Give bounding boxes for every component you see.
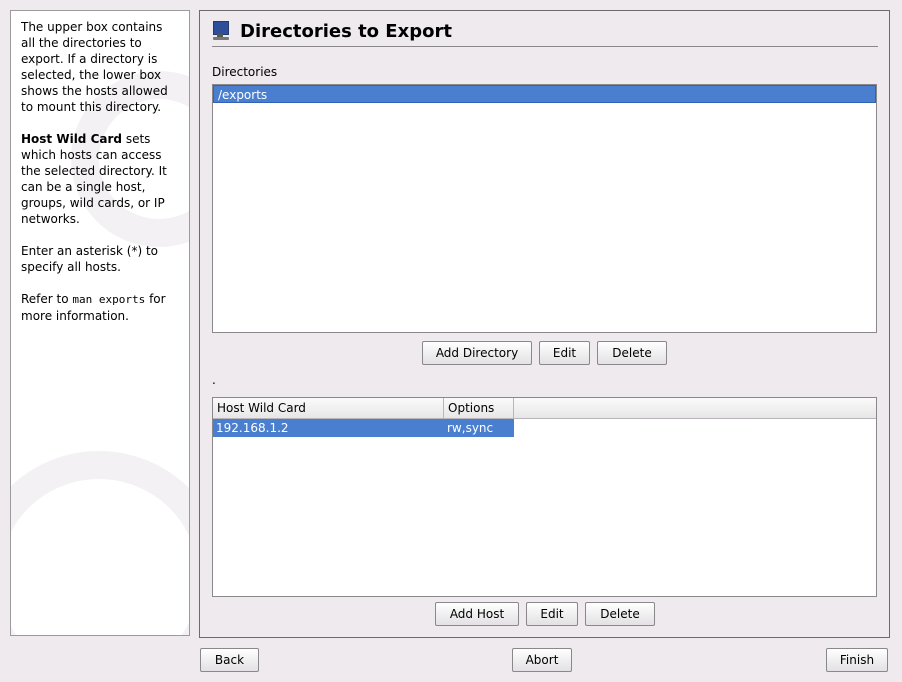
- help-bold-term: Host Wild Card: [21, 132, 122, 146]
- hosts-table-header: Host Wild Card Options: [213, 398, 876, 419]
- options-cell: rw,sync: [444, 419, 514, 437]
- edit-host-button[interactable]: Edit: [526, 602, 578, 626]
- back-button[interactable]: Back: [200, 648, 259, 672]
- directories-list[interactable]: /exports: [212, 84, 877, 333]
- edit-directory-button[interactable]: Edit: [539, 341, 590, 365]
- help-paragraph-2: Host Wild Card sets which hosts can acce…: [21, 131, 179, 227]
- delete-directory-button[interactable]: Delete: [597, 341, 667, 365]
- host-cell: 192.168.1.2: [213, 419, 444, 437]
- page-title: Directories to Export: [240, 20, 452, 42]
- decorative-ring-bottom: [11, 451, 189, 635]
- finish-button[interactable]: Finish: [826, 648, 888, 672]
- help-panel: The upper box contains all the directori…: [10, 10, 190, 636]
- abort-button[interactable]: Abort: [512, 648, 572, 672]
- title-divider: [212, 46, 878, 47]
- table-row[interactable]: 192.168.1.2 rw,sync: [213, 419, 876, 437]
- delete-host-button[interactable]: Delete: [585, 602, 655, 626]
- help-paragraph-3: Enter an asterisk (*) to specify all hos…: [21, 244, 158, 274]
- help-code: man exports: [72, 293, 146, 306]
- header: Directories to Export: [212, 16, 452, 46]
- column-header-options[interactable]: Options: [444, 398, 514, 418]
- help-paragraph-4: Refer to man exports for more informatio…: [21, 291, 179, 324]
- help-paragraph-1: The upper box contains all the directori…: [21, 20, 168, 114]
- monitor-icon: [212, 21, 230, 41]
- add-directory-button[interactable]: Add Directory: [422, 341, 532, 365]
- add-host-button[interactable]: Add Host: [435, 602, 519, 626]
- column-header-host[interactable]: Host Wild Card: [213, 398, 444, 418]
- help-p4-pre: Refer to: [21, 292, 73, 306]
- directory-item[interactable]: /exports: [213, 85, 876, 103]
- main-panel: Directories to Export Directories /expor…: [199, 10, 890, 638]
- hosts-table[interactable]: Host Wild Card Options 192.168.1.2 rw,sy…: [212, 397, 877, 597]
- yast-nfs-dialog: The upper box contains all the directori…: [0, 0, 902, 682]
- help-paragraph-2-text: sets which hosts can access the selected…: [21, 132, 167, 226]
- directories-label: Directories: [212, 65, 278, 79]
- hosts-separator: .: [212, 373, 216, 387]
